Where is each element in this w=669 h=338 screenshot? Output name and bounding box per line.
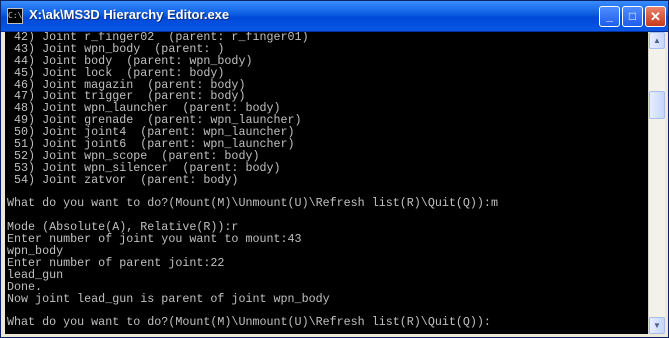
console-output[interactable]: 42) Joint r_finger02 (parent: r_finger01… bbox=[5, 32, 648, 334]
console-line: What do you want to do?(Mount(M)\Unmount… bbox=[7, 196, 498, 211]
close-button[interactable]: ✕ bbox=[645, 6, 666, 27]
vertical-scrollbar[interactable]: ▲ ▼ bbox=[648, 32, 665, 334]
console-lines: 42) Joint r_finger02 (parent: r_finger01… bbox=[7, 32, 498, 329]
console-line: Enter number of parent joint:22 bbox=[7, 255, 225, 270]
minimize-button[interactable]: _ bbox=[599, 6, 620, 27]
scroll-down-button[interactable]: ▼ bbox=[649, 317, 665, 334]
console-line: Now joint lead_gun is parent of joint wp… bbox=[7, 291, 330, 306]
console-line: 54) Joint zatvor (parent: body) bbox=[7, 172, 239, 187]
scroll-thumb[interactable] bbox=[649, 91, 665, 119]
scroll-up-button[interactable]: ▲ bbox=[649, 32, 665, 49]
console-line: What do you want to do?(Mount(M)\Unmount… bbox=[7, 315, 491, 330]
window-title: X:\ak\MS3D Hierarchy Editor.exe bbox=[29, 7, 230, 22]
console-line: Enter number of joint you want to mount:… bbox=[7, 232, 302, 247]
console-app-icon[interactable]: C:\ bbox=[7, 8, 23, 24]
console-window: C:\ X:\ak\MS3D Hierarchy Editor.exe _ □ … bbox=[0, 0, 669, 338]
maximize-button[interactable]: □ bbox=[622, 6, 643, 27]
title-bar[interactable]: C:\ X:\ak\MS3D Hierarchy Editor.exe _ □ … bbox=[1, 1, 668, 32]
console-line: lead_gun bbox=[7, 267, 64, 282]
